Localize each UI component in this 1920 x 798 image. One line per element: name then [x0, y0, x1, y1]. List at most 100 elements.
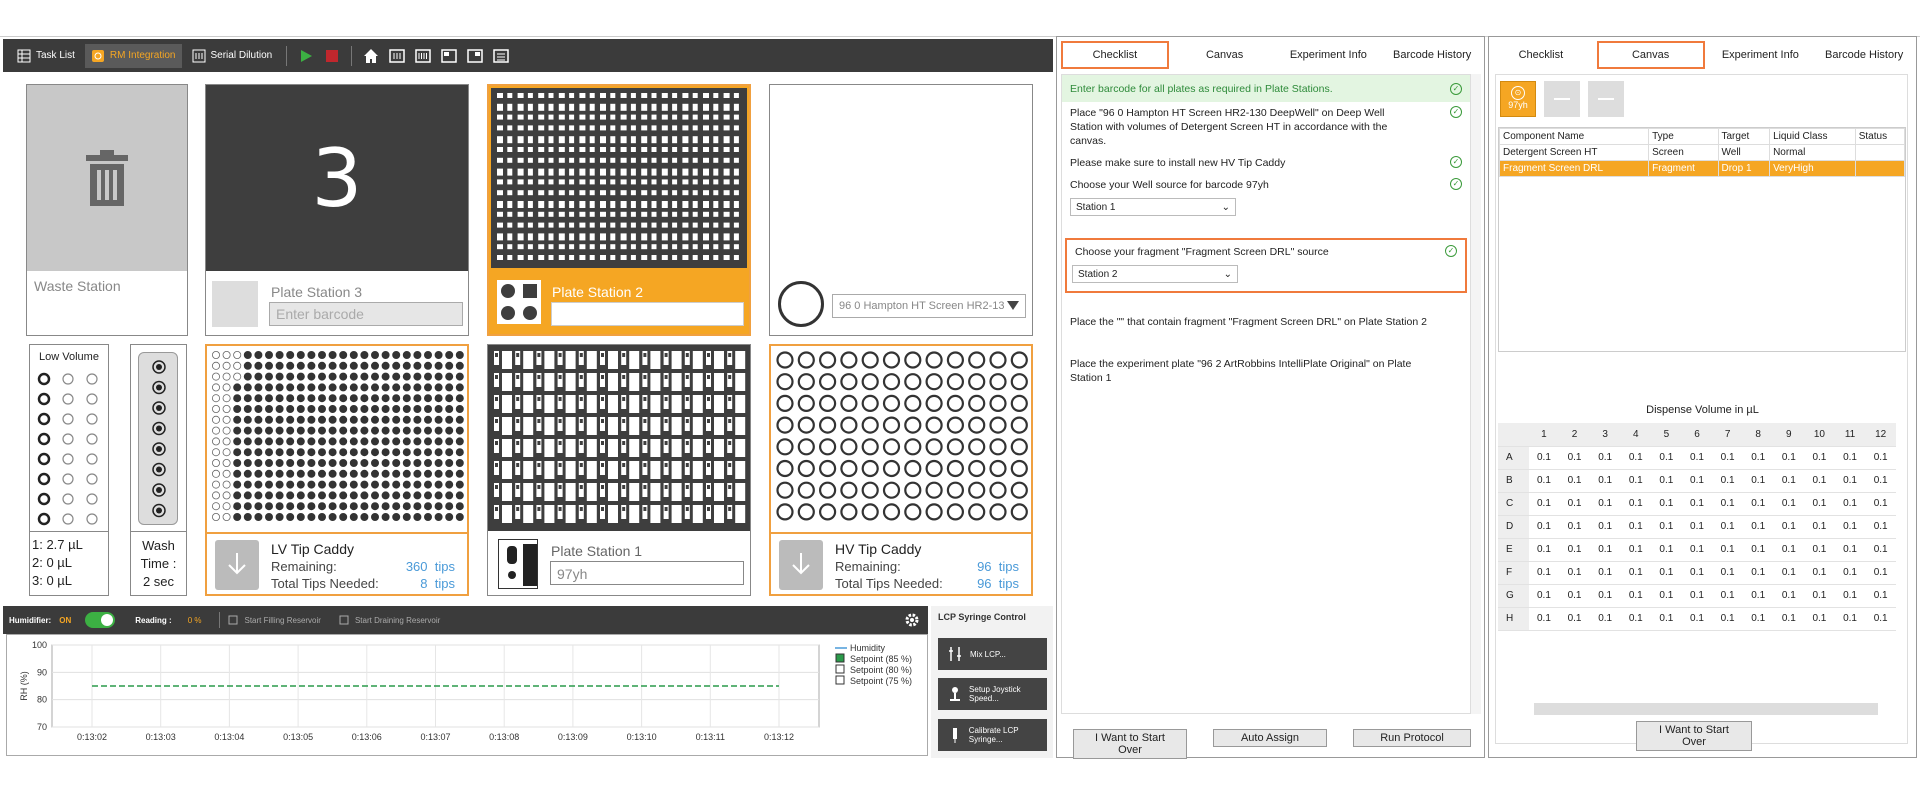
start-over-button[interactable]: I Want to Start Over	[1636, 721, 1752, 751]
volume-cell[interactable]: 0.1	[1559, 469, 1590, 493]
volume-cell[interactable]: 0.1	[1528, 584, 1560, 608]
deep-well-station[interactable]: 96 0 Hampton HT Screen HR2-13	[769, 84, 1033, 336]
task-list-tab[interactable]: Task List	[11, 44, 81, 68]
volume-cell[interactable]: 0.1	[1834, 469, 1866, 493]
volume-cell[interactable]: 0.1	[1589, 515, 1621, 539]
play-button[interactable]	[295, 45, 317, 67]
plate-view-button-3[interactable]	[438, 45, 460, 67]
volume-cell[interactable]: 0.1	[1773, 538, 1805, 562]
start-draining-button[interactable]: Start Draining Reservoir	[339, 615, 440, 625]
fragment-source-select[interactable]: Station 2 ⌄	[1072, 265, 1238, 283]
volume-cell[interactable]: 0.1	[1620, 561, 1652, 585]
volume-cell[interactable]: 0.1	[1681, 584, 1713, 608]
volume-cell[interactable]: 0.1	[1651, 446, 1682, 470]
waste-station[interactable]: Waste Station	[26, 84, 188, 336]
lv-unload-button[interactable]	[215, 540, 259, 590]
volume-cell[interactable]: 0.1	[1804, 584, 1835, 608]
volume-cell[interactable]: 0.1	[1528, 492, 1560, 516]
volume-cell[interactable]: 0.1	[1742, 469, 1774, 493]
volume-cell[interactable]: 0.1	[1681, 446, 1713, 470]
deep-well-plate-select[interactable]: 96 0 Hampton HT Screen HR2-13	[832, 294, 1026, 318]
volume-cell[interactable]: 0.1	[1681, 469, 1713, 493]
volume-cell[interactable]: 0.1	[1681, 492, 1713, 516]
volume-cell[interactable]: 0.1	[1620, 446, 1652, 470]
volume-cell[interactable]: 0.1	[1620, 469, 1652, 493]
volume-cell[interactable]: 0.1	[1712, 469, 1743, 493]
well-source-select[interactable]: Station 1 ⌄	[1070, 198, 1236, 216]
volume-cell[interactable]: 0.1	[1589, 561, 1621, 585]
volume-cell[interactable]: 0.1	[1804, 515, 1835, 539]
hv-unload-button[interactable]	[779, 540, 823, 590]
volume-cell[interactable]: 0.1	[1804, 607, 1835, 631]
volume-cell[interactable]: 0.1	[1589, 492, 1621, 516]
volume-cell[interactable]: 0.1	[1651, 584, 1682, 608]
horizontal-scrollbar[interactable]	[1534, 703, 1878, 715]
volume-cell[interactable]: 0.1	[1865, 584, 1896, 608]
volume-cell[interactable]: 0.1	[1681, 538, 1713, 562]
tab-barcode-history[interactable]: Barcode History	[1812, 43, 1916, 67]
volume-cell[interactable]: 0.1	[1865, 492, 1896, 516]
start-over-button[interactable]: I Want to Start Over	[1073, 729, 1187, 759]
volume-cell[interactable]: 0.1	[1804, 538, 1835, 562]
volume-cell[interactable]: 0.1	[1712, 538, 1743, 562]
run-protocol-button[interactable]: Run Protocol	[1353, 729, 1471, 747]
volume-cell[interactable]: 0.1	[1742, 492, 1774, 516]
volume-cell[interactable]: 0.1	[1620, 584, 1652, 608]
lv-tip-caddy[interactable]: LV Tip Caddy Remaining: 360 tips Total T…	[205, 344, 469, 596]
plate-station-3-barcode-input[interactable]: Enter barcode	[269, 302, 463, 326]
volume-cell[interactable]: 0.1	[1773, 561, 1805, 585]
humidifier-toggle[interactable]	[85, 612, 116, 628]
column-header[interactable]: Liquid Class	[1769, 128, 1856, 145]
tab-barcode-history[interactable]: Barcode History	[1380, 43, 1484, 67]
tab-checklist[interactable]: Checklist	[1489, 43, 1593, 67]
volume-cell[interactable]: 0.1	[1528, 446, 1560, 470]
volume-cell[interactable]: 0.1	[1589, 538, 1621, 562]
volume-cell[interactable]: 0.1	[1712, 515, 1743, 539]
volume-cell[interactable]: 0.1	[1804, 492, 1835, 516]
volume-cell[interactable]: 0.1	[1865, 538, 1896, 562]
volume-cell[interactable]: 0.1	[1559, 515, 1590, 539]
tab-canvas[interactable]: Canvas	[1596, 41, 1705, 69]
plate-view-button-2[interactable]	[412, 45, 434, 67]
volume-cell[interactable]: 0.1	[1651, 515, 1682, 539]
volume-cell[interactable]: 0.1	[1804, 469, 1835, 493]
plate-station-1-barcode-input[interactable]: 97yh	[550, 561, 744, 585]
volume-cell[interactable]: 0.1	[1834, 515, 1866, 539]
volume-cell[interactable]: 0.1	[1651, 492, 1682, 516]
volume-cell[interactable]: 0.1	[1681, 561, 1713, 585]
volume-cell[interactable]: 0.1	[1834, 561, 1866, 585]
volume-cell[interactable]: 0.1	[1620, 515, 1652, 539]
volume-cell[interactable]: 0.1	[1528, 469, 1560, 493]
plate-slot-2[interactable]	[1544, 81, 1580, 117]
hv-tip-caddy[interactable]: HV Tip Caddy Remaining: 96 tips Total Ti…	[769, 344, 1033, 596]
setup-joystick-button[interactable]: Setup Joystick Speed...	[938, 678, 1047, 710]
volume-cell[interactable]: 0.1	[1589, 469, 1621, 493]
gear-icon[interactable]	[904, 612, 920, 628]
volume-cell[interactable]: 0.1	[1742, 561, 1774, 585]
table-row[interactable]: Fragment Screen DRL Fragment Drop 1 VeryHig…	[1498, 160, 1906, 177]
volume-cell[interactable]: 0.1	[1651, 561, 1682, 585]
tab-experiment-info[interactable]: Experiment Info	[1277, 43, 1381, 67]
volume-cell[interactable]: 0.1	[1681, 515, 1713, 539]
rm-integration-tab[interactable]: RM Integration	[84, 43, 182, 68]
plate-view-button-5[interactable]	[490, 45, 512, 67]
start-filling-button[interactable]: Start Filling Reservoir	[228, 615, 321, 625]
volume-cell[interactable]: 0.1	[1651, 607, 1682, 631]
volume-cell[interactable]: 0.1	[1651, 469, 1682, 493]
volume-cell[interactable]: 0.1	[1742, 538, 1774, 562]
volume-cell[interactable]: 0.1	[1804, 446, 1835, 470]
volume-cell[interactable]: 0.1	[1804, 561, 1835, 585]
volume-cell[interactable]: 0.1	[1834, 492, 1866, 516]
plate-station-2-barcode-input[interactable]	[551, 302, 744, 326]
volume-cell[interactable]: 0.1	[1773, 584, 1805, 608]
volume-cell[interactable]: 0.1	[1712, 492, 1743, 516]
volume-cell[interactable]: 0.1	[1834, 538, 1866, 562]
column-header[interactable]: Component Name	[1498, 128, 1650, 145]
tab-canvas[interactable]: Canvas	[1173, 43, 1277, 67]
volume-cell[interactable]: 0.1	[1712, 446, 1743, 470]
tab-experiment-info[interactable]: Experiment Info	[1709, 43, 1813, 67]
volume-cell[interactable]: 0.1	[1834, 607, 1866, 631]
volume-cell[interactable]: 0.1	[1559, 584, 1590, 608]
volume-cell[interactable]: 0.1	[1773, 607, 1805, 631]
volume-cell[interactable]: 0.1	[1559, 538, 1590, 562]
